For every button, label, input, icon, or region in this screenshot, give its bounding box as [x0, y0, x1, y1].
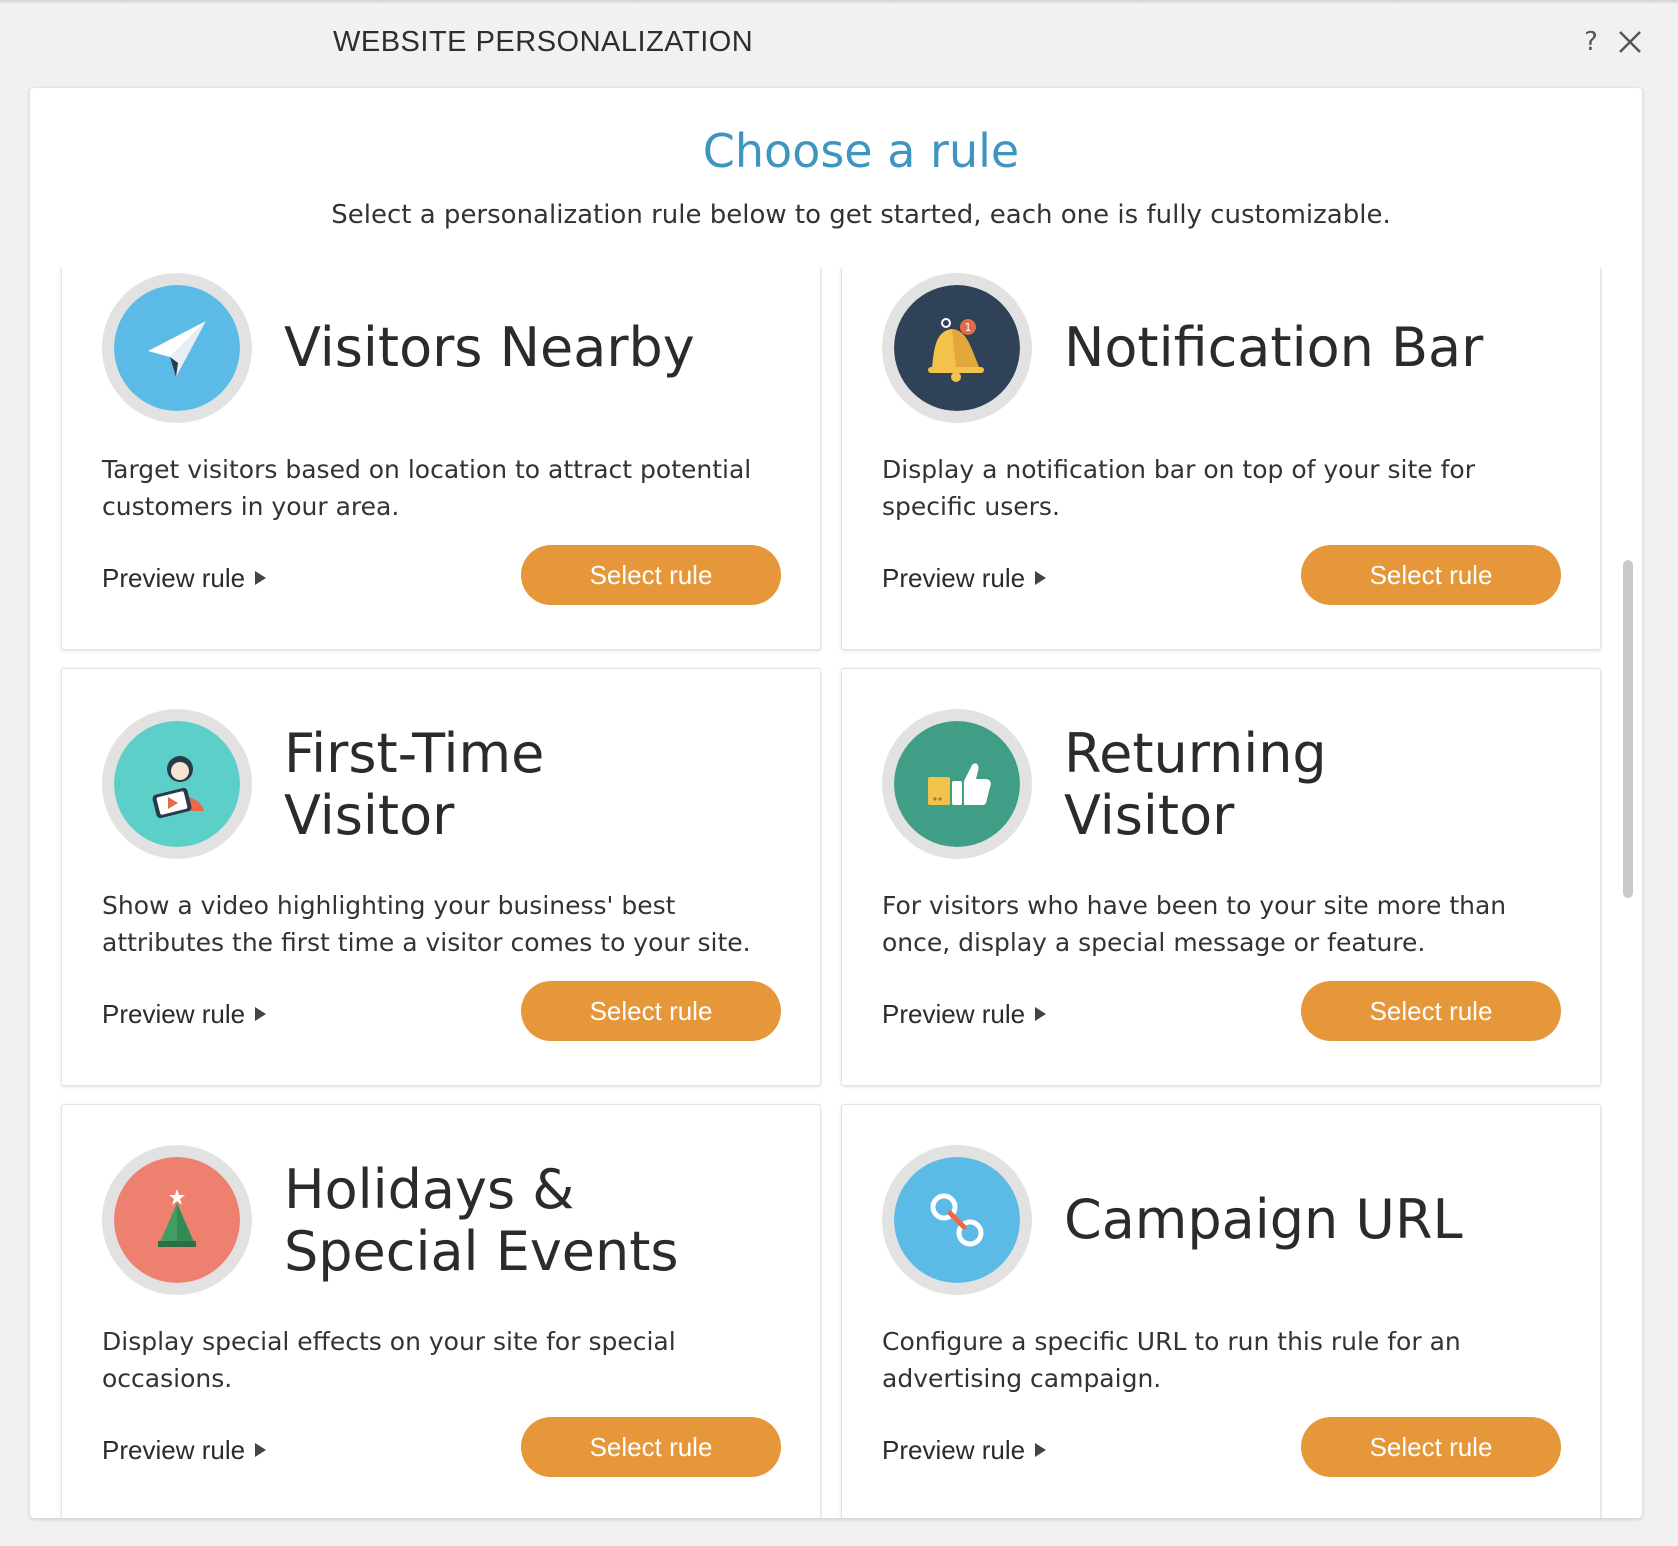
preview-rule-link[interactable]: Preview rule: [882, 999, 1047, 1030]
rule-card-campaign-url: Campaign URL Configure a specific URL to…: [841, 1104, 1601, 1518]
rule-description: Show a video highlighting your business'…: [102, 891, 751, 957]
page-subtitle: Select a personalization rule below to g…: [331, 200, 1391, 230]
preview-rule-link[interactable]: Preview rule: [882, 563, 1047, 594]
thumbs-up-icon: [894, 721, 1020, 847]
rule-icon-ring: [882, 709, 1032, 859]
select-rule-button[interactable]: Select rule: [521, 1417, 781, 1477]
rule-description: Display a notification bar on top of you…: [882, 455, 1475, 521]
rule-description: Configure a specific URL to run this rul…: [882, 1327, 1461, 1393]
rule-title: First-Time Visitor: [284, 722, 545, 847]
play-triangle-icon: [1035, 1443, 1047, 1457]
scrollbar-thumb[interactable]: [1623, 560, 1633, 898]
rule-icon-ring: [102, 273, 252, 423]
rule-card-first-time-visitor: First-Time Visitor Show a video highligh…: [61, 668, 821, 1086]
svg-text:1: 1: [965, 321, 972, 334]
paper-plane-icon: [114, 285, 240, 411]
rule-card-returning-visitor: Returning Visitor For visitors who have …: [841, 668, 1601, 1086]
play-triangle-icon: [255, 571, 267, 585]
close-button[interactable]: [1614, 26, 1646, 58]
select-rule-button[interactable]: Select rule: [1301, 981, 1561, 1041]
rule-title: Notification Bar: [1064, 316, 1484, 379]
video-person-icon: [114, 721, 240, 847]
preview-rule-link[interactable]: Preview rule: [102, 563, 267, 594]
close-icon: [1619, 31, 1641, 53]
rule-icon-ring: [102, 1145, 252, 1295]
play-triangle-icon: [255, 1443, 267, 1457]
rule-description: Display special effects on your site for…: [102, 1327, 676, 1393]
rules-scroll-area[interactable]: Visitors Nearby Target visitors based on…: [30, 268, 1642, 1518]
rule-title: Campaign URL: [1064, 1188, 1463, 1251]
rule-title: Visitors Nearby: [284, 316, 695, 379]
link-icon: [894, 1157, 1020, 1283]
rule-title: Holidays & Special Events: [284, 1158, 679, 1283]
rule-icon-ring: [882, 1145, 1032, 1295]
rule-icon-ring: [102, 709, 252, 859]
help-button[interactable]: ?: [1576, 24, 1606, 60]
play-triangle-icon: [1035, 571, 1047, 585]
rule-chooser-panel: Choose a rule Select a personalization r…: [30, 88, 1642, 1518]
rule-card-holidays-special-events: Holidays & Special Events Display specia…: [61, 1104, 821, 1518]
rule-title: Returning Visitor: [1064, 722, 1327, 847]
window-top-edge: [0, 0, 1678, 4]
christmas-tree-icon: [114, 1157, 240, 1283]
rule-card-notification-bar: 1 Notification Bar Display a notificatio…: [841, 268, 1601, 650]
preview-rule-link[interactable]: Preview rule: [102, 1435, 267, 1466]
select-rule-button[interactable]: Select rule: [521, 981, 781, 1041]
select-rule-button[interactable]: Select rule: [1301, 1417, 1561, 1477]
bell-icon: 1: [894, 285, 1020, 411]
rule-description: Target visitors based on location to att…: [102, 455, 752, 521]
rule-description: For visitors who have been to your site …: [882, 891, 1507, 957]
page-title: Choose a rule: [702, 124, 1020, 178]
rule-icon-ring: 1: [882, 273, 1032, 423]
play-triangle-icon: [1035, 1007, 1047, 1021]
window-title: WEBSITE PERSONALIZATION: [333, 26, 754, 58]
preview-rule-link[interactable]: Preview rule: [102, 999, 267, 1030]
select-rule-button[interactable]: Select rule: [1301, 545, 1561, 605]
select-rule-button[interactable]: Select rule: [521, 545, 781, 605]
play-triangle-icon: [255, 1007, 267, 1021]
rule-card-visitors-nearby: Visitors Nearby Target visitors based on…: [61, 268, 821, 650]
preview-rule-link[interactable]: Preview rule: [882, 1435, 1047, 1466]
